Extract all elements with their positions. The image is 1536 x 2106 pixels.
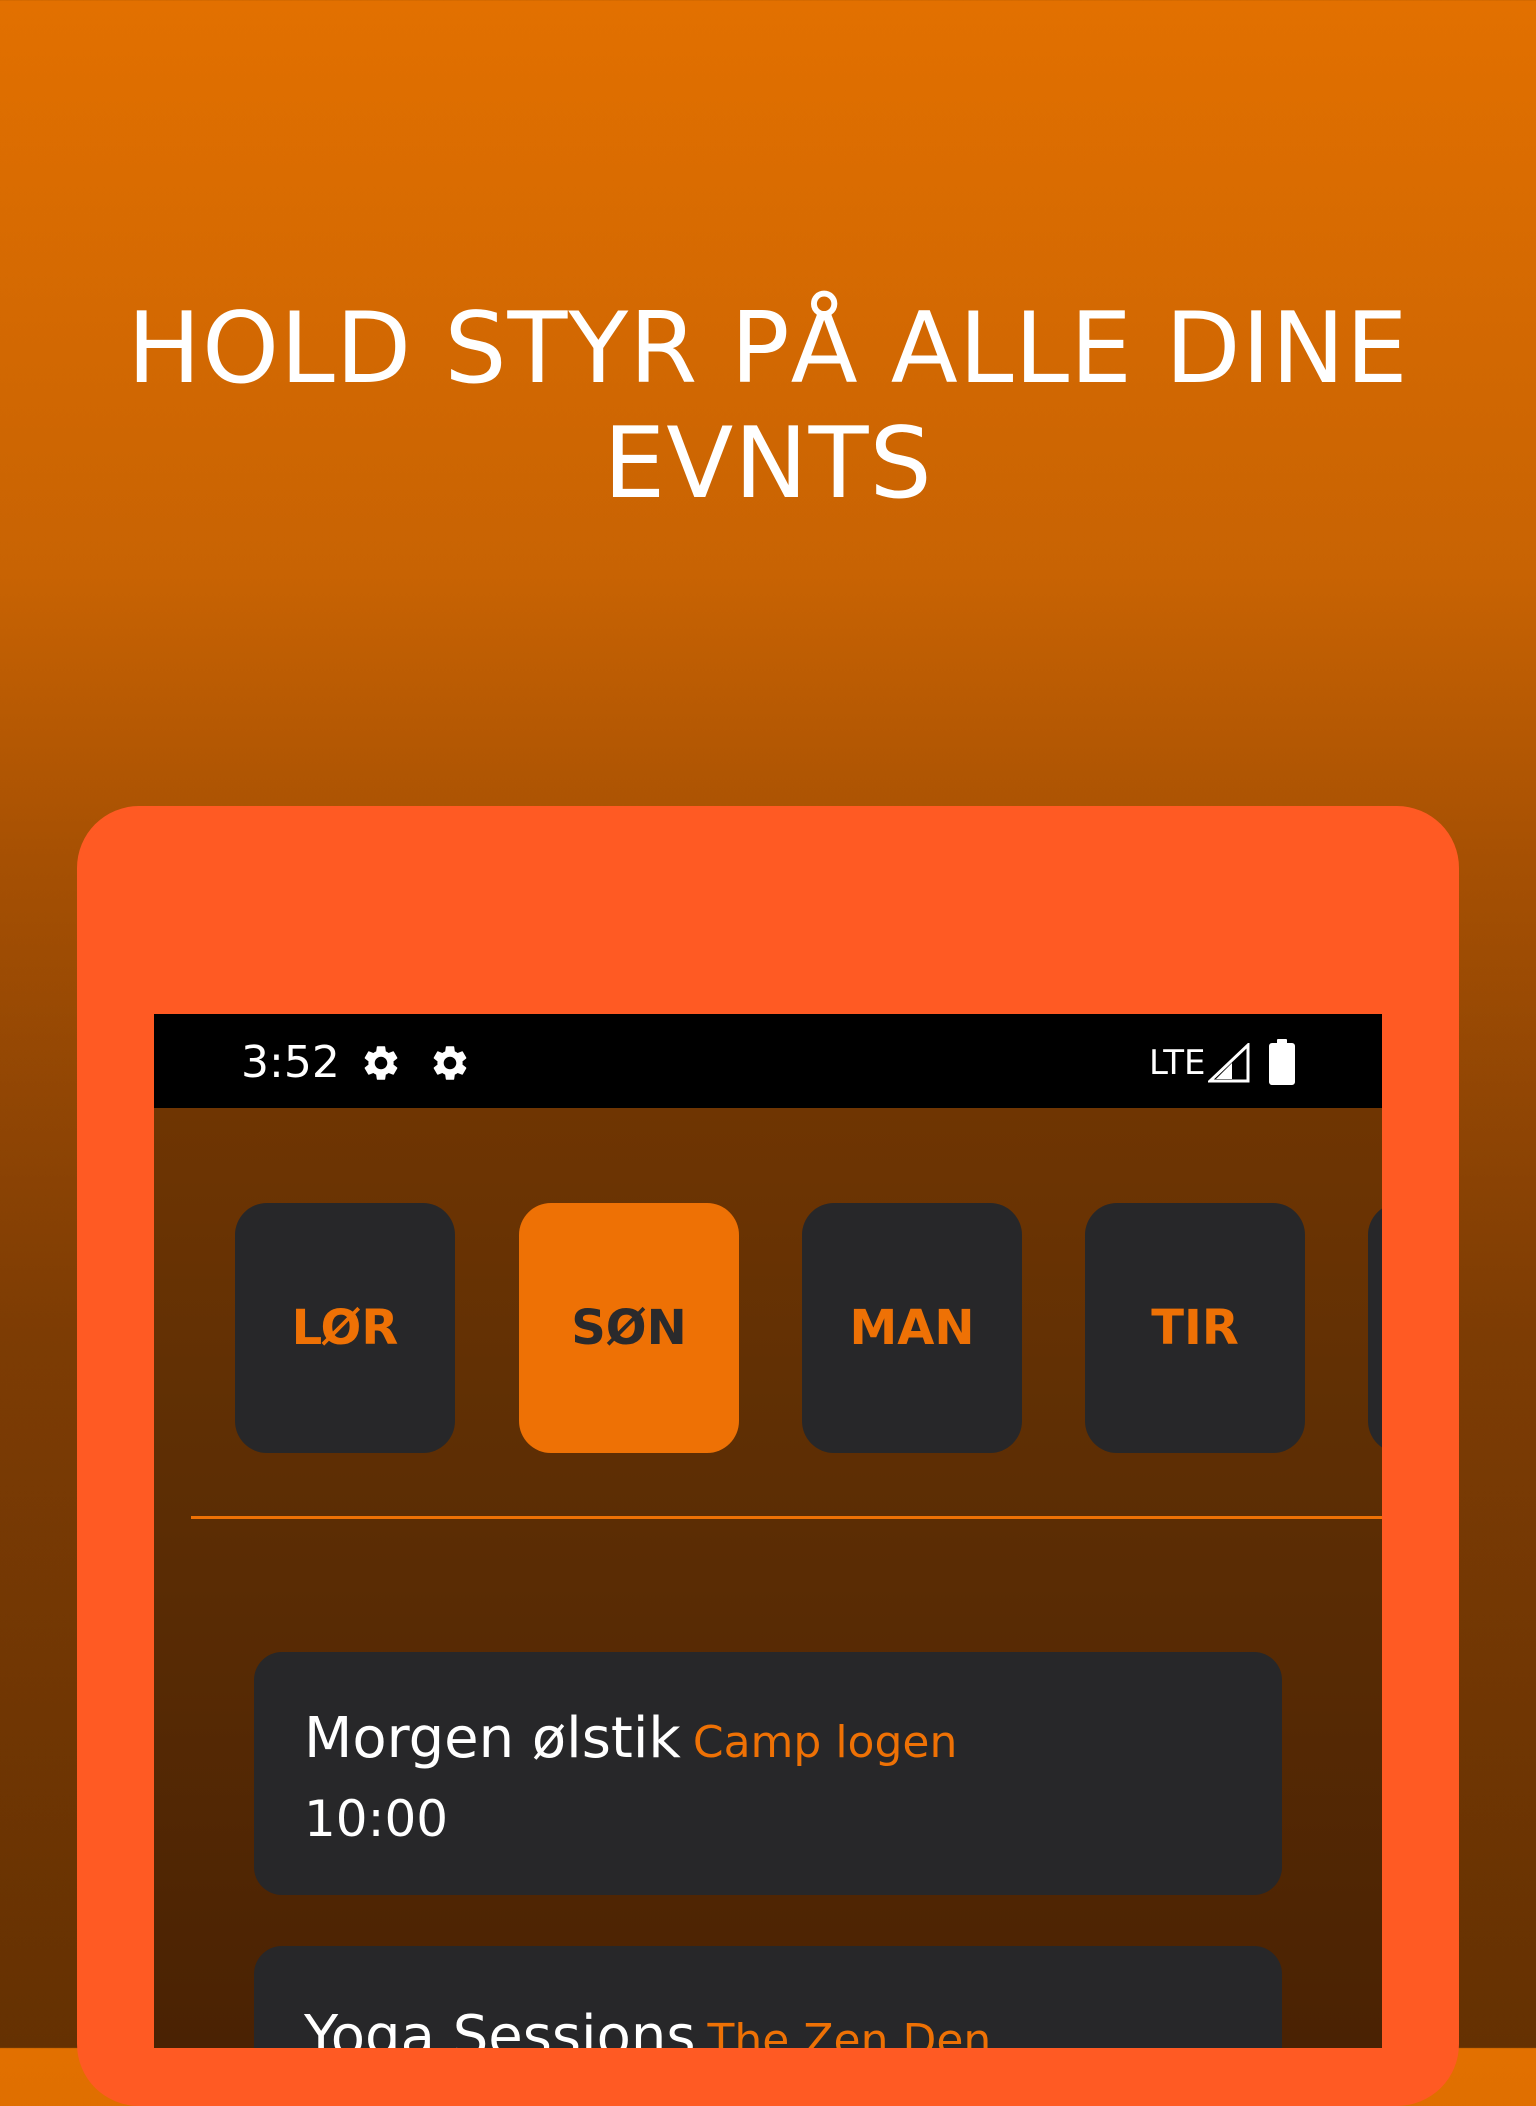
day-tab-son[interactable]: SØN [519,1203,739,1453]
gear-icon [364,1046,398,1080]
event-location: The Zen Den [707,2015,992,2048]
divider [191,1516,1382,1519]
signal-icon [1208,1043,1250,1083]
day-tab-lor[interactable]: LØR [235,1203,455,1453]
event-time: 10:00 [304,1790,449,1848]
event-title: Yoga Sessions [304,2004,696,2048]
event-location: Camp logen [692,1717,958,1768]
headline-line-1: HOLD STYR PÅ ALLE DINE [127,292,1409,406]
gear-icon [433,1046,467,1080]
day-tab-label: SØN [571,1300,687,1356]
event-header: Yoga Sessions The Zen Den [304,2004,991,2048]
day-tab-label: MAN [849,1300,975,1356]
app-screen: 3:52 LTE LØR SØN MAN TIR Morgen ølstik C… [154,1014,1382,2048]
headline-line-2: EVNTS [603,407,933,521]
status-time: 3:52 [241,1037,340,1088]
status-bar: 3:52 LTE [154,1014,1382,1108]
event-title: Morgen ølstik [304,1706,681,1771]
event-card[interactable]: Yoga Sessions The Zen Den [254,1946,1282,2048]
day-tab-label: TIR [1151,1300,1239,1356]
network-type: LTE [1149,1043,1206,1083]
battery-icon [1269,1039,1295,1085]
headline: HOLD STYR PÅ ALLE DINE EVNTS [0,292,1536,522]
day-tab-man[interactable]: MAN [802,1203,1022,1453]
day-tab-partial[interactable] [1368,1203,1382,1453]
event-card[interactable]: Morgen ølstik Camp logen 10:00 [254,1652,1282,1895]
day-tab-tir[interactable]: TIR [1085,1203,1305,1453]
event-header: Morgen ølstik Camp logen [304,1706,957,1771]
day-tab-label: LØR [291,1300,399,1356]
